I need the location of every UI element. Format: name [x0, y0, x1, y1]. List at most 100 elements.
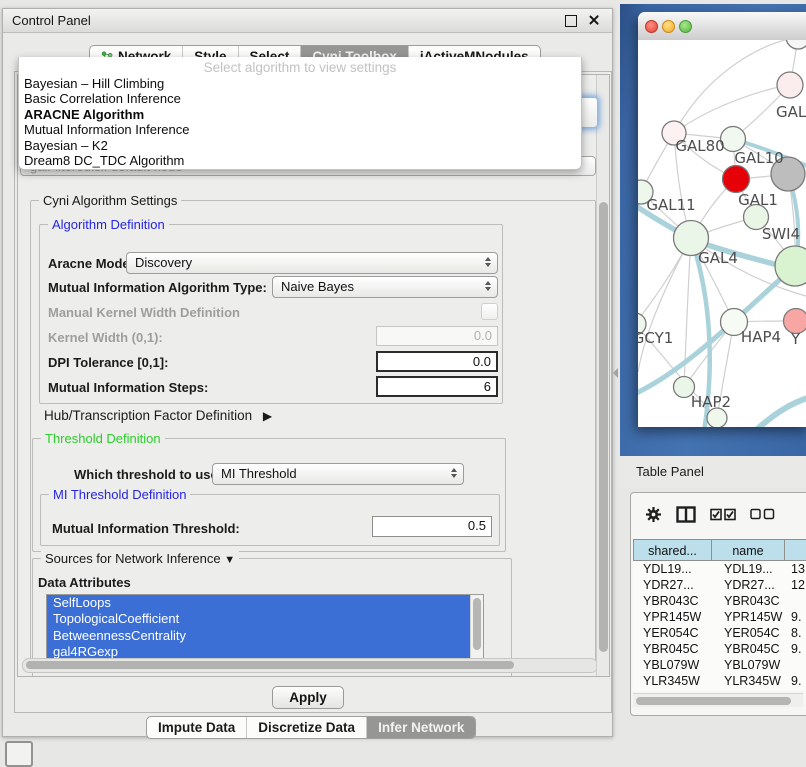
tab-infer-network[interactable]: Infer Network	[366, 717, 475, 738]
close-icon[interactable]	[588, 14, 600, 26]
network-node[interactable]	[786, 40, 806, 49]
table-row[interactable]: YPR145WYPR145W9.	[633, 609, 806, 625]
aracne-mode-value: Discovery	[135, 255, 192, 270]
network-window-titlebar	[638, 12, 806, 41]
column-header[interactable]: shared...	[633, 539, 712, 561]
table-row[interactable]: YBR045CYBR045C9.	[633, 641, 806, 657]
float-icon[interactable]	[565, 15, 577, 27]
network-node-gal[interactable]	[777, 72, 803, 98]
column-header[interactable]: A	[785, 539, 806, 561]
table-cell: 13	[785, 561, 806, 577]
network-node-gal1[interactable]	[723, 166, 750, 193]
network-edge[interactable]	[638, 238, 691, 372]
table-cell: YDL19...	[633, 561, 712, 577]
table-row[interactable]: YER054CYER054C8.	[633, 625, 806, 641]
algorithm-option[interactable]: Bayesian – K2	[19, 138, 581, 153]
table-row[interactable]: YBR043CYBR043C	[633, 593, 806, 609]
tab-impute-data[interactable]: Impute Data	[147, 717, 246, 738]
network-canvas[interactable]: GALGAL80GAL10GAL1SWI4GAL11GAL4GCY1HAP4YH…	[638, 40, 806, 427]
panel-divider-handle[interactable]	[613, 368, 618, 378]
cyni-algorithm-settings-title: Cyni Algorithm Settings	[39, 193, 181, 208]
table-header-row: shared...nameA	[633, 539, 806, 561]
node-label: GAL	[776, 103, 806, 121]
network-edge[interactable]	[674, 85, 790, 133]
split-columns-icon[interactable]	[676, 506, 696, 523]
table-cell: YBL079W	[712, 657, 785, 673]
table-row[interactable]: YDL19...YDL19...13	[633, 561, 806, 577]
mi-type-value: Naive Bayes	[281, 279, 354, 294]
mi-threshold-field[interactable]: 0.5	[372, 516, 492, 537]
mi-threshold-label: Mutual Information Threshold:	[52, 521, 240, 536]
table-body: YDL19...YDL19...13YDR27...YDR27...12YBR0…	[633, 561, 806, 691]
table-panel-title: Table Panel	[636, 464, 704, 479]
table-cell	[785, 593, 806, 609]
apply-button[interactable]: Apply	[272, 686, 344, 709]
table-row[interactable]: YBL079WYBL079W	[633, 657, 806, 673]
network-view-window: GALGAL80GAL10GAL1SWI4GAL11GAL4GCY1HAP4YH…	[638, 12, 806, 427]
node-label: GAL4	[698, 249, 738, 267]
table-row[interactable]: YDR27...YDR27...12	[633, 577, 806, 593]
column-header[interactable]: name	[712, 539, 785, 561]
sources-title: Sources for Network Inference ▼	[41, 551, 239, 566]
stepper-icon	[485, 281, 491, 291]
list-scrollbar[interactable]	[470, 595, 483, 662]
table-cell: YDR27...	[633, 577, 712, 593]
algorithm-dropdown-placeholder: Select algorithm to view settings	[19, 59, 581, 76]
table-row[interactable]: YLR345WYLR345W9.	[633, 673, 806, 689]
mi-type-combo[interactable]: Naive Bayes	[272, 276, 498, 298]
kernel-width-label: Kernel Width (0,1):	[48, 330, 163, 345]
manual-kernel-checkbox[interactable]	[481, 303, 498, 320]
data-attribute-item[interactable]: BetweennessCentrality	[47, 628, 483, 644]
deselect-all-icon[interactable]	[750, 508, 775, 520]
algorithm-option[interactable]: ARACNE Algorithm	[19, 107, 581, 122]
table-panel: shared...nameA YDL19...YDL19...13YDR27..…	[630, 492, 806, 716]
kernel-width-field[interactable]: 0.0	[376, 326, 498, 346]
hub-definition-label: Hub/Transcription Factor Definition	[44, 408, 252, 423]
table-cell: YDL19...	[712, 561, 785, 577]
stepper-icon	[485, 257, 491, 267]
threshold-definition-title: Threshold Definition	[41, 431, 165, 446]
settings-vscrollbar[interactable]	[596, 75, 609, 676]
mi-steps-field[interactable]: 6	[376, 376, 498, 397]
screen: Control Panel NetworkStyleSelectCyni Too…	[0, 0, 806, 762]
table-cell: 9.	[785, 609, 806, 625]
data-attribute-item[interactable]: SelfLoops	[47, 595, 483, 611]
data-attribute-item[interactable]: TopologicalCoefficient	[47, 611, 483, 627]
algorithm-option[interactable]: Basic Correlation Inference	[19, 91, 581, 106]
sources-title-text: Sources for Network Inference	[45, 551, 221, 566]
node-label: SWI4	[762, 225, 800, 243]
table-cell: 9.	[785, 673, 806, 689]
algorithm-option[interactable]: Mutual Information Inference	[19, 122, 581, 137]
collapsed-panel-icon[interactable]	[5, 741, 33, 767]
network-edge-highlighted[interactable]	[754, 397, 806, 427]
which-threshold-combo[interactable]: MI Threshold	[212, 463, 464, 485]
sources-collapse-arrow-icon[interactable]: ▼	[224, 554, 235, 566]
table-hscrollbar[interactable]	[633, 693, 803, 707]
data-attributes-list[interactable]: SelfLoopsTopologicalCoefficientBetweenne…	[46, 594, 484, 663]
aracne-mode-combo[interactable]: Discovery	[126, 252, 498, 274]
algorithm-option[interactable]: Dream8 DC_TDC Algorithm	[19, 153, 581, 168]
table-row[interactable]: YIL052CYIL052C9.	[633, 689, 806, 691]
close-traffic-light-icon[interactable]	[645, 20, 658, 33]
settings-hscrollbar[interactable]	[22, 658, 598, 673]
algorithm-dropdown-list: Select algorithm to view settings Bayesi…	[18, 57, 582, 170]
dpi-tolerance-field[interactable]: 0.0	[376, 351, 498, 372]
table-toolbar	[631, 501, 806, 527]
zoom-traffic-light-icon[interactable]	[679, 20, 692, 33]
node-label: HAP4	[741, 328, 781, 346]
minimize-traffic-light-icon[interactable]	[662, 20, 675, 33]
data-attributes-label: Data Attributes	[38, 575, 131, 590]
tab-discretize-data[interactable]: Discretize Data	[246, 717, 366, 738]
manual-kernel-label: Manual Kernel Width Definition	[48, 305, 240, 320]
table-cell: YBR043C	[712, 593, 785, 609]
select-all-icon[interactable]	[710, 508, 736, 521]
hub-definition-toggle[interactable]: Hub/Transcription Factor Definition ▶	[44, 408, 272, 423]
node-label: GAL11	[646, 196, 695, 214]
table-cell: YDR27...	[712, 577, 785, 593]
gear-icon[interactable]	[645, 506, 662, 523]
table-panel-header: Table Panel	[620, 456, 806, 488]
table-cell: 8.	[785, 625, 806, 641]
mi-threshold-definition-title: MI Threshold Definition	[49, 487, 190, 502]
cyni-mode-tabbar: Impute DataDiscretize DataInfer Network	[146, 716, 476, 739]
algorithm-option[interactable]: Bayesian – Hill Climbing	[19, 76, 581, 91]
